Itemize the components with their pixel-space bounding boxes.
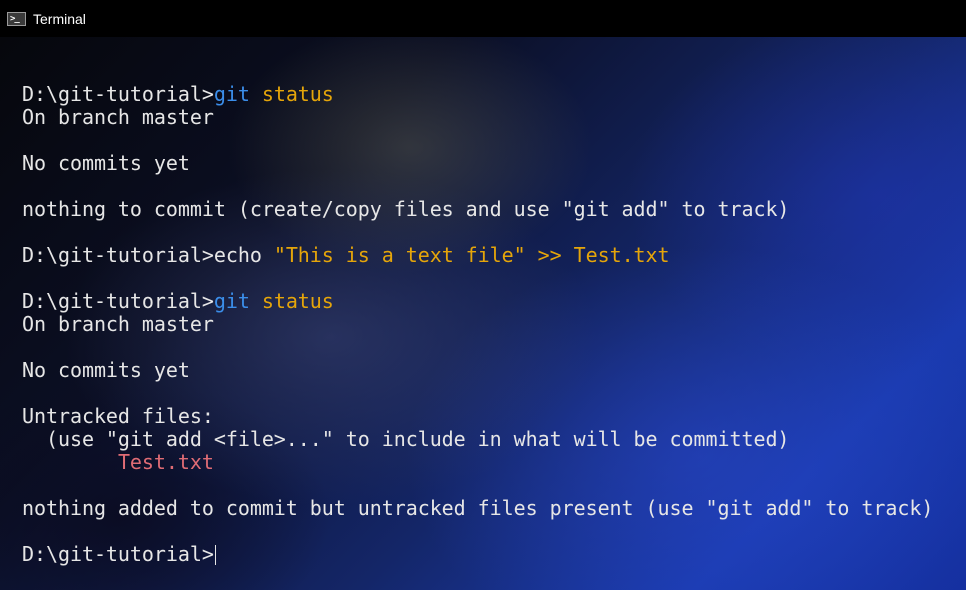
prompt: D:\git-tutorial> xyxy=(22,289,214,313)
console-output[interactable]: D:\git-tutorial>git status On branch mast… xyxy=(0,37,966,590)
terminal-window: >_ Terminal D:\git-tutorial>git status On… xyxy=(0,0,966,590)
console-lines: D:\git-tutorial>git status On branch mast… xyxy=(22,83,933,566)
command-text: echo xyxy=(213,243,274,267)
command-argument: status xyxy=(249,82,334,106)
output-line: (use "git add <file>..." to include in w… xyxy=(22,428,933,451)
output-line: nothing added to commit but untracked fi… xyxy=(22,497,933,520)
command-line: D:\git-tutorial>git status xyxy=(22,83,933,106)
text-cursor[interactable] xyxy=(214,545,216,565)
prompt: D:\git-tutorial> xyxy=(22,82,214,106)
output-text: On branch master xyxy=(22,312,214,336)
terminal-icon: >_ xyxy=(7,11,26,26)
output-text: No commits yet xyxy=(22,151,190,175)
output-line: No commits yet xyxy=(22,152,933,175)
prompt: D:\git-tutorial> xyxy=(22,542,214,566)
output-text: Untracked files: xyxy=(22,404,214,428)
output-text: nothing to commit (create/copy files and… xyxy=(22,197,790,221)
output-line: On branch master xyxy=(22,313,933,336)
output-line: On branch master xyxy=(22,106,933,129)
output-text: nothing added to commit but untracked fi… xyxy=(22,496,934,520)
untracked-file-line: Test.txt xyxy=(22,451,933,474)
output-text: (use "git add <file>..." to include in w… xyxy=(22,427,790,451)
title-bar[interactable]: >_ Terminal xyxy=(0,0,966,37)
command-line: D:\git-tutorial>git status xyxy=(22,290,933,313)
command-argument: status xyxy=(249,289,334,313)
prompt: D:\git-tutorial> xyxy=(22,243,214,267)
output-text: No commits yet xyxy=(22,358,190,382)
input-line: D:\git-tutorial> xyxy=(22,543,933,566)
window-title: Terminal xyxy=(33,10,86,27)
output-line: nothing to commit (create/copy files and… xyxy=(22,198,933,221)
output-line: Untracked files: xyxy=(22,405,933,428)
output-line: No commits yet xyxy=(22,359,933,382)
command-line: D:\git-tutorial>echo "This is a text fil… xyxy=(22,244,933,267)
untracked-file: Test.txt xyxy=(117,450,214,474)
command-name: git xyxy=(213,82,250,106)
output-text: On branch master xyxy=(22,105,214,129)
command-argument: "This is a text file" >> Test.txt xyxy=(273,243,670,267)
command-name: git xyxy=(213,289,250,313)
